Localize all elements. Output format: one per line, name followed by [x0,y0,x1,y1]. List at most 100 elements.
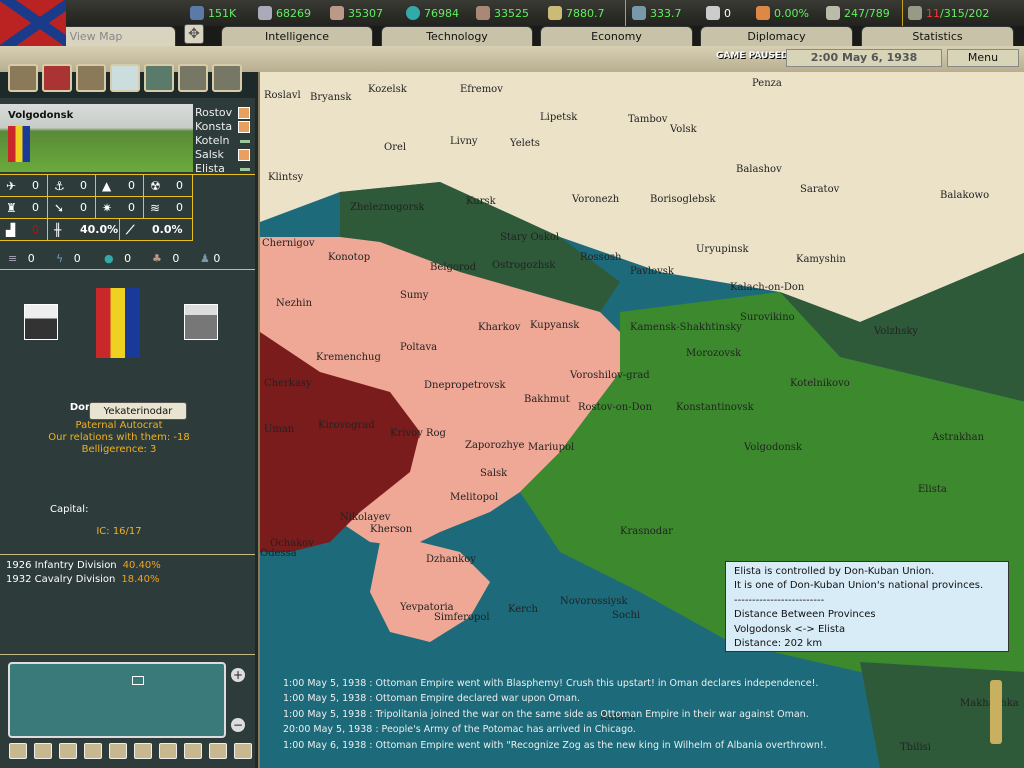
province-label[interactable]: Stary Oskol [500,232,559,243]
province-label[interactable]: Klintsy [268,172,303,183]
divisions-resource[interactable]: 11/315/202 [908,6,989,20]
province-label[interactable]: Astrakhan [932,432,984,443]
oil-resource[interactable]: 76984 [406,6,459,20]
province-label[interactable]: Kremenchug [316,352,381,363]
province-label[interactable]: Saratov [800,184,839,195]
minimap-filter-button[interactable] [159,743,177,759]
province-label[interactable]: Kotelnikovo [790,378,850,389]
transports-resource[interactable]: 247/789 [826,6,890,20]
province-label[interactable]: Chernigov [262,238,315,249]
province-label[interactable]: Ostrogozhsk [492,260,555,271]
province-label[interactable]: Zaporozhye [465,440,524,451]
map-mode-supply-button[interactable] [76,64,106,92]
map-mode-terrain-button[interactable] [8,64,38,92]
province-label[interactable]: Elista [918,484,947,495]
province-label[interactable]: Mariupol [528,442,574,453]
province-label[interactable]: Nikolayev [340,512,390,523]
date-display[interactable]: 2:00 May 6, 1938 [786,49,942,67]
province-label[interactable]: Volsk [670,124,697,135]
province-label[interactable]: Pavlovsk [630,266,674,277]
map-mode-naval-button[interactable] [144,64,174,92]
minimap-filter-button[interactable] [134,743,152,759]
move-arrows-icon[interactable]: ✥ [184,24,204,44]
province-label[interactable]: Yelets [510,138,540,149]
province-label[interactable]: Surovikino [740,312,795,323]
minimap[interactable] [8,662,226,738]
neighbor-item[interactable]: Koteln [195,134,250,148]
province-label[interactable]: Lipetsk [540,112,577,123]
minimap-filter-button[interactable] [184,743,202,759]
metal-resource[interactable]: 68269 [258,6,311,20]
province-label[interactable]: Zheleznogorsk [350,202,425,213]
money-resource[interactable]: 7880.7 [548,6,605,20]
rare-materials-resource[interactable]: 35307 [330,6,383,20]
map-mode-air-button[interactable] [110,64,140,92]
province-label[interactable]: Melitopol [450,492,498,503]
province-label[interactable]: Rostov-on-Don [578,402,652,413]
neighbor-item[interactable]: Konsta [195,120,250,134]
province-label[interactable]: Uman [264,424,294,435]
province-label[interactable]: Roslavl [264,90,301,101]
province-label[interactable]: Kozelsk [368,84,407,95]
province-label[interactable]: Kupyansk [530,320,579,331]
minimap-filter-button[interactable] [9,743,27,759]
minimap-filter-button[interactable] [59,743,77,759]
zoom-out-button[interactable]: − [231,718,245,732]
unit-row[interactable]: 1926 Infantry Division 40.40% [6,560,161,571]
tab-intelligence[interactable]: Intelligence [221,26,373,46]
minimap-filter-button[interactable] [209,743,227,759]
province-label[interactable]: Orel [384,142,406,153]
province-label[interactable]: Morozovsk [686,348,741,359]
minimap-filter-button[interactable] [234,743,252,759]
province-label[interactable]: Kalach-on-Don [730,282,804,293]
province-label[interactable]: Kharkov [478,322,520,333]
province-label[interactable]: Kirovograd [318,420,375,431]
map-mode-resources-button[interactable] [212,64,242,92]
province-label[interactable]: Bakhmut [524,394,570,405]
province-label[interactable]: Simferopol [434,612,490,623]
energy-resource[interactable]: 151K [190,6,236,20]
province-owner-flag[interactable] [8,126,30,162]
manpower-resource[interactable]: 333.7 [632,6,682,20]
province-label[interactable]: Krivoy Rog [390,428,446,439]
province-label[interactable]: Poltava [400,342,437,353]
country-flag[interactable] [96,288,140,358]
province-label[interactable]: Kamyshin [796,254,846,265]
province-label[interactable]: Kherson [370,524,412,535]
province-label[interactable]: Kamensk-Shakhtinsky [630,322,742,333]
tab-statistics[interactable]: Statistics [861,26,1014,46]
province-label[interactable]: Krasnodar [620,526,673,537]
province-label[interactable]: Konotop [328,252,370,263]
province-label[interactable]: Volgodonsk [744,442,802,453]
minimap-viewport[interactable] [132,676,144,685]
province-label[interactable]: Balakowo [940,190,989,201]
map-mode-political-button[interactable] [42,64,72,92]
dissent-resource[interactable]: 0.00% [756,6,809,20]
minimap-filter-button[interactable] [109,743,127,759]
province-label[interactable]: Belgorod [430,262,476,273]
province-label[interactable]: Konstantinovsk [676,402,754,413]
province-label[interactable]: Kerch [508,604,538,615]
province-label[interactable]: Dnepropetrovsk [424,380,506,391]
neighbor-item[interactable]: Salsk [195,148,250,162]
province-label[interactable]: Voroshilov-grad [570,370,650,381]
map-mode-weather-button[interactable] [178,64,208,92]
province-label[interactable]: Voronezh [572,194,619,205]
province-label[interactable]: Dzhankoy [426,554,476,565]
province-label[interactable]: Kursk [466,196,496,207]
unit-row[interactable]: 1932 Cavalry Division 18.40% [6,574,160,585]
minimap-filter-button[interactable] [84,743,102,759]
province-label[interactable]: Novorossiysk [560,596,628,607]
nukes-resource[interactable]: 0 [706,6,731,20]
province-label[interactable]: Borisoglebsk [650,194,716,205]
province-label[interactable]: Cherkasy [264,378,312,389]
zoom-in-button[interactable]: + [231,668,245,682]
province-label[interactable]: Odessa [260,548,297,559]
log-scrollbar[interactable] [990,680,1002,744]
province-label[interactable]: Salsk [480,468,507,479]
province-label[interactable]: Sumy [400,290,428,301]
province-label[interactable]: Bryansk [310,92,351,103]
province-label[interactable]: Tambov [628,114,667,125]
province-label[interactable]: Penza [752,78,782,89]
tab-economy[interactable]: Economy [540,26,693,46]
